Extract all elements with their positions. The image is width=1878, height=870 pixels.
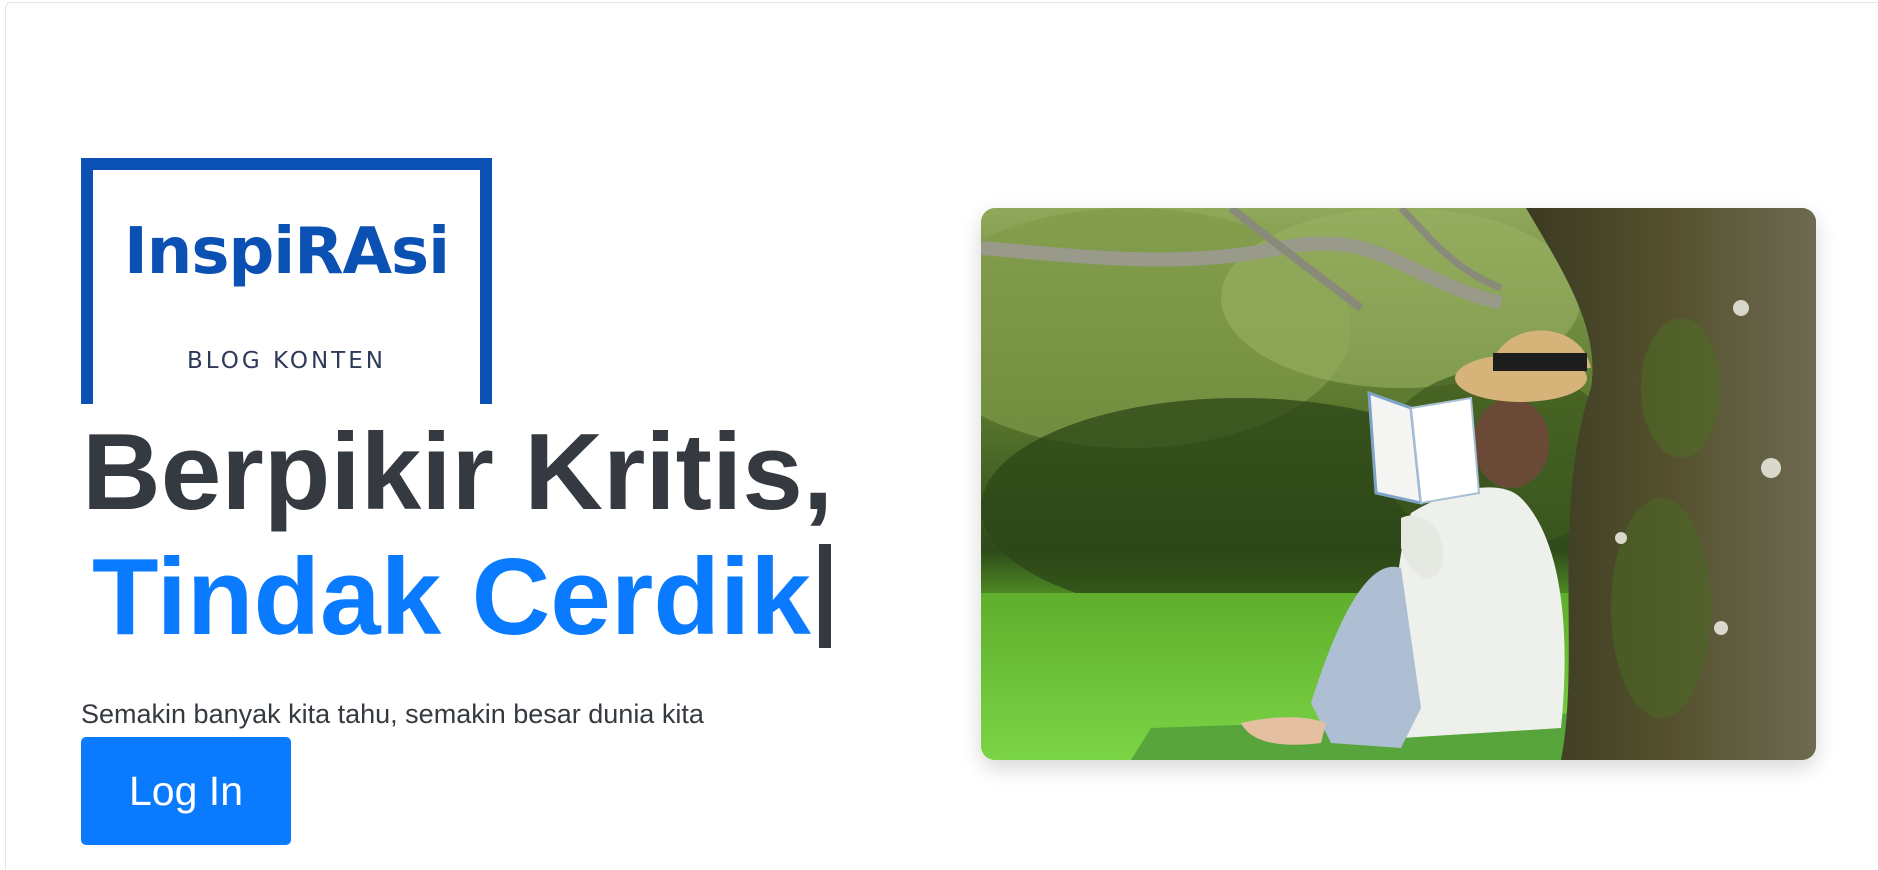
logo-title: InspiRAsi <box>123 215 450 289</box>
typing-cursor <box>818 544 831 648</box>
person-reading-under-tree-photo <box>981 208 1816 760</box>
headline-line-2-text: Tindak Cerdik <box>92 536 811 658</box>
headline-line-2: Tindak Cerdik <box>92 543 831 652</box>
site-logo[interactable]: InspiRAsi BLOG KONTEN <box>81 158 492 404</box>
tagline: Semakin banyak kita tahu, semakin besar … <box>81 699 704 729</box>
logo-subtitle: BLOG KONTEN <box>187 348 386 374</box>
hero-image <box>981 208 1816 760</box>
login-button[interactable]: Log In <box>81 737 291 845</box>
headline-line-1: Berpikir Kritis, <box>82 411 834 533</box>
